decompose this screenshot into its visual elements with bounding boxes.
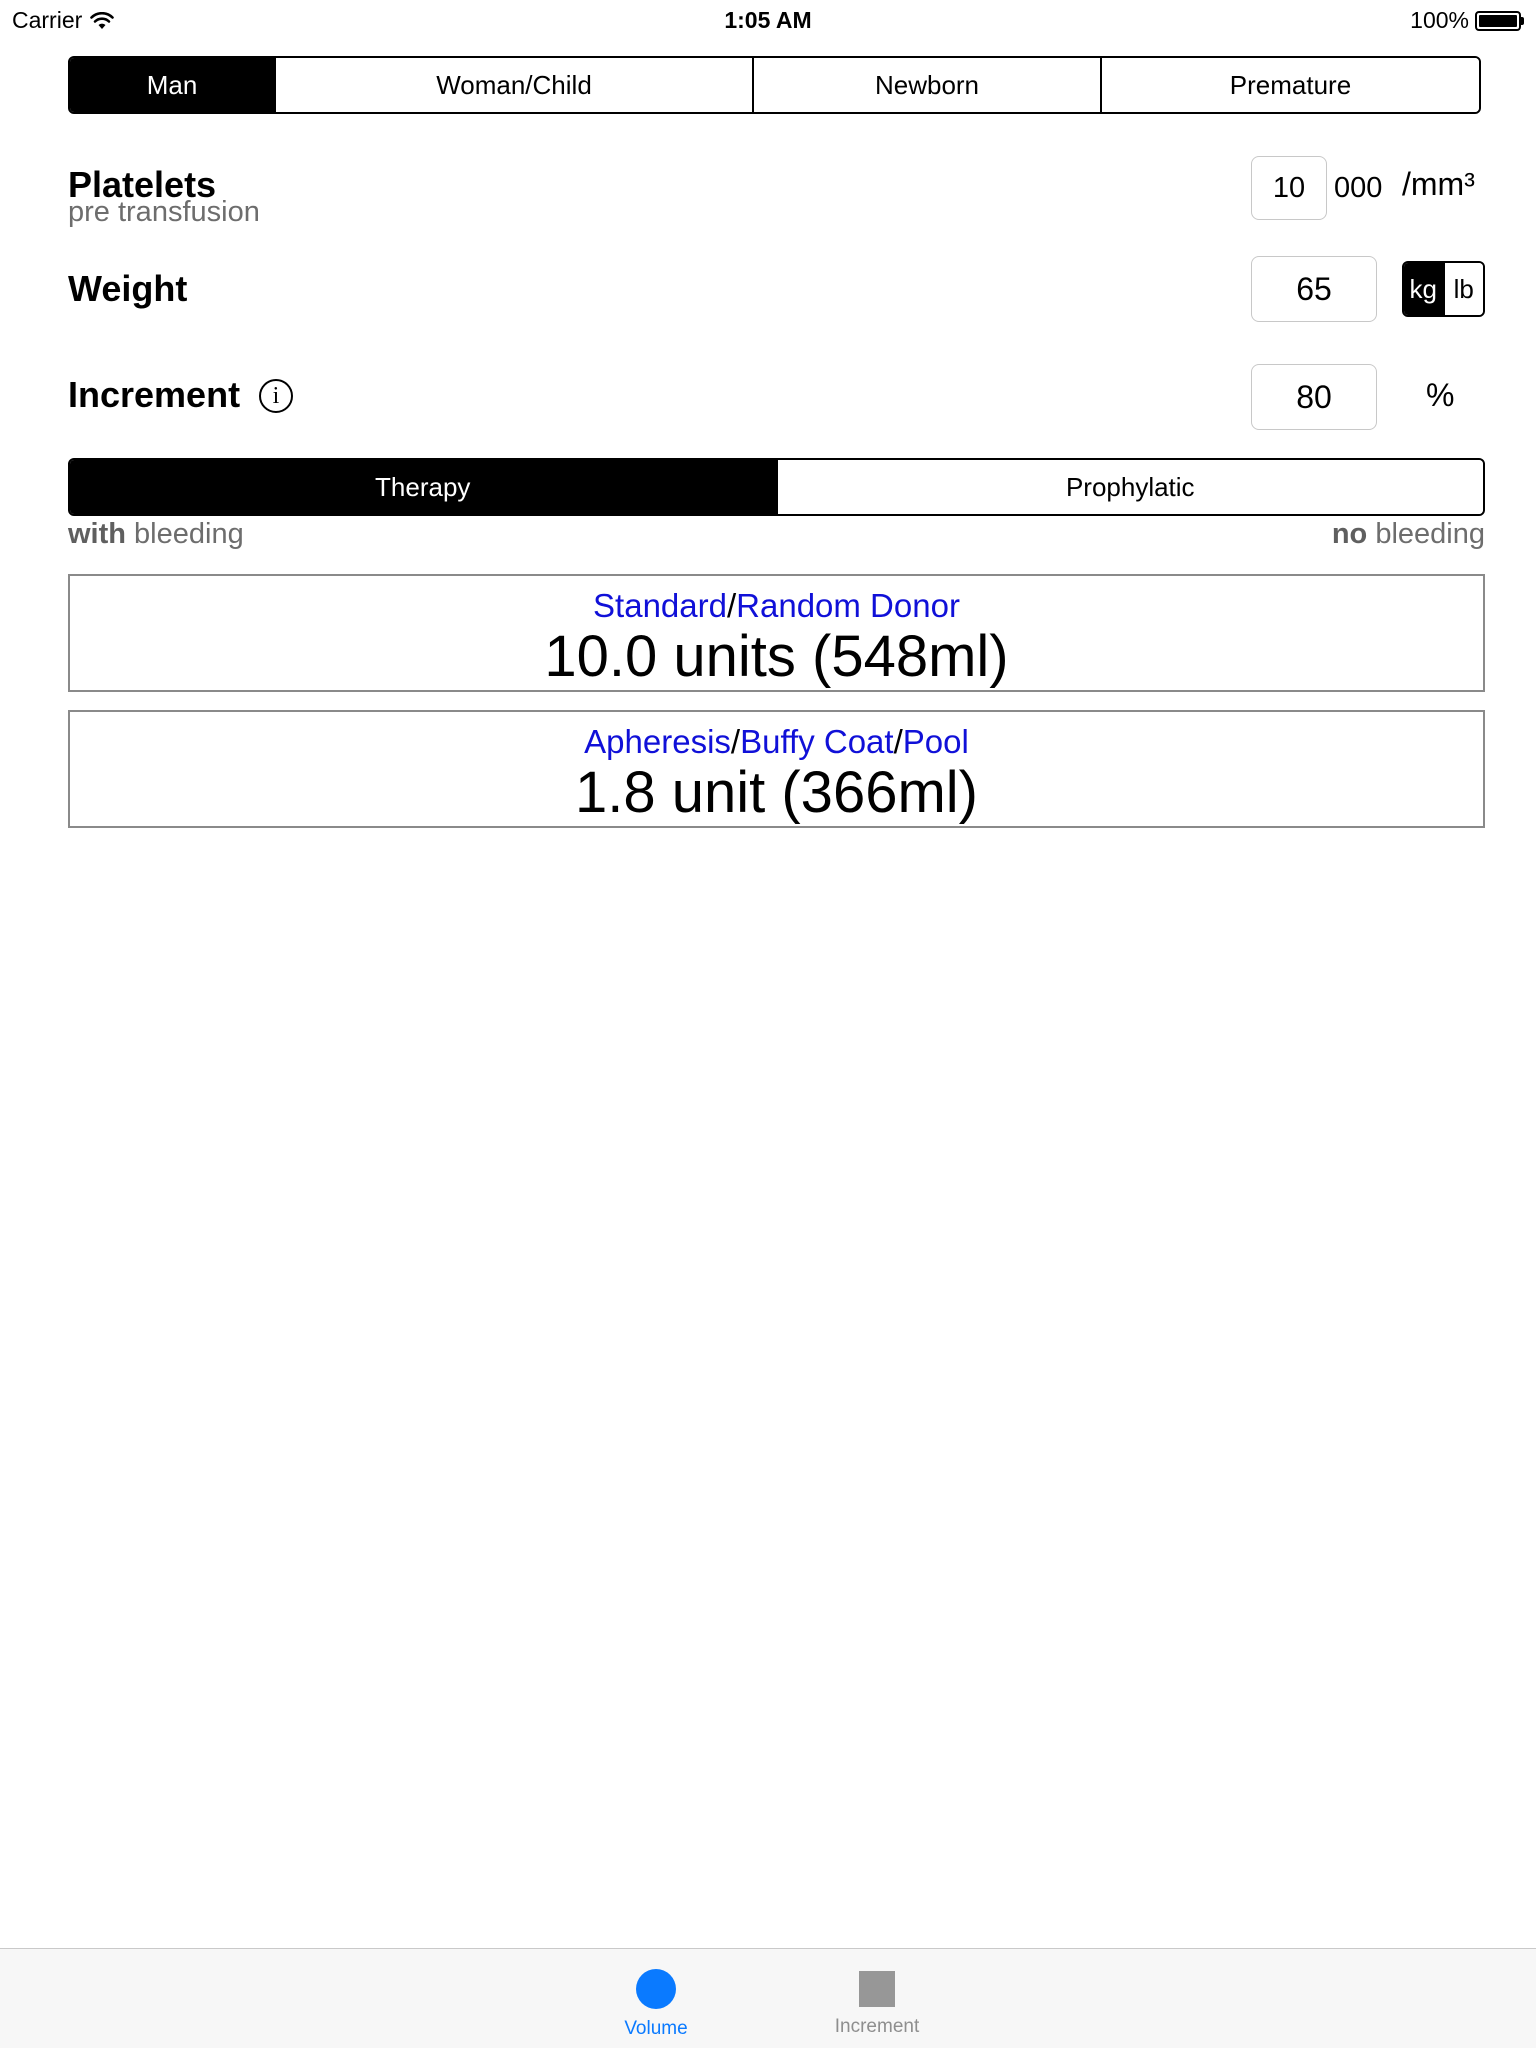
prophylatic-hint: no bleeding	[1331, 518, 1485, 550]
segment-prophylatic[interactable]: Prophylatic	[777, 460, 1483, 514]
result-apheresis-value: 1.8 unit (366ml)	[575, 760, 978, 825]
screen: Carrier 1:05 AM 100% Man Woman/Child New…	[0, 0, 1536, 2048]
tab-volume-label: Volume	[624, 2018, 688, 2039]
tab-volume[interactable]: Volume	[566, 1949, 746, 2048]
link-apheresis[interactable]: Apheresis	[584, 723, 731, 760]
link-standard[interactable]: Standard	[593, 587, 727, 624]
battery-status: 100%	[1410, 7, 1524, 34]
clock: 1:05 AM	[724, 7, 812, 33]
weight-label: Weight	[68, 268, 188, 309]
increment-unit: %	[1426, 377, 1455, 413]
tab-bar: Volume Increment	[0, 1948, 1536, 2048]
segment-premature[interactable]: Premature	[1102, 58, 1479, 112]
tab-increment-label: Increment	[834, 2016, 920, 2037]
battery-icon	[1475, 10, 1524, 31]
result-standard-value: 10.0 units (548ml)	[544, 624, 1009, 689]
segment-newborn[interactable]: Newborn	[754, 58, 1102, 112]
status-bar: Carrier 1:05 AM 100%	[0, 0, 1536, 40]
result-standard-title: Standard/Random Donor	[593, 587, 960, 624]
unit-kg[interactable]: kg	[1404, 263, 1445, 315]
result-apheresis-title: Apheresis/Buffy Coat/Pool	[584, 723, 969, 760]
increment-input[interactable]: 80	[1251, 364, 1377, 430]
result-standard: Standard/Random Donor 10.0 units (548ml)	[68, 574, 1485, 692]
segment-man[interactable]: Man	[70, 58, 276, 112]
unit-lb[interactable]: lb	[1444, 263, 1483, 315]
segment-therapy[interactable]: Therapy	[70, 460, 778, 514]
platelets-input[interactable]: 10	[1251, 156, 1327, 220]
link-buffy-coat[interactable]: Buffy Coat	[740, 723, 893, 760]
battery-percent: 100%	[1410, 7, 1469, 33]
result-apheresis: Apheresis/Buffy Coat/Pool 1.8 unit (366m…	[68, 710, 1485, 828]
info-icon[interactable]: i	[259, 379, 293, 413]
weight-input[interactable]: 65	[1251, 256, 1377, 322]
link-random-donor[interactable]: Random Donor	[736, 587, 960, 624]
tab-increment[interactable]: Increment	[787, 1949, 967, 2048]
circle-icon	[636, 1969, 676, 2009]
link-pool[interactable]: Pool	[903, 723, 969, 760]
treatment-mode-selector: Therapy Prophylatic	[68, 458, 1485, 516]
segment-woman-child[interactable]: Woman/Child	[276, 58, 754, 112]
square-icon	[859, 1971, 895, 2007]
therapy-hint: with bleeding	[68, 518, 244, 550]
platelets-suffix: 000	[1334, 172, 1383, 204]
platelets-unit: /mm³	[1402, 166, 1475, 202]
weight-unit-selector: kg lb	[1402, 261, 1485, 317]
patient-type-selector: Man Woman/Child Newborn Premature	[68, 56, 1481, 114]
increment-label: Increment	[68, 374, 241, 415]
platelets-sublabel: pre transfusion	[68, 196, 260, 228]
